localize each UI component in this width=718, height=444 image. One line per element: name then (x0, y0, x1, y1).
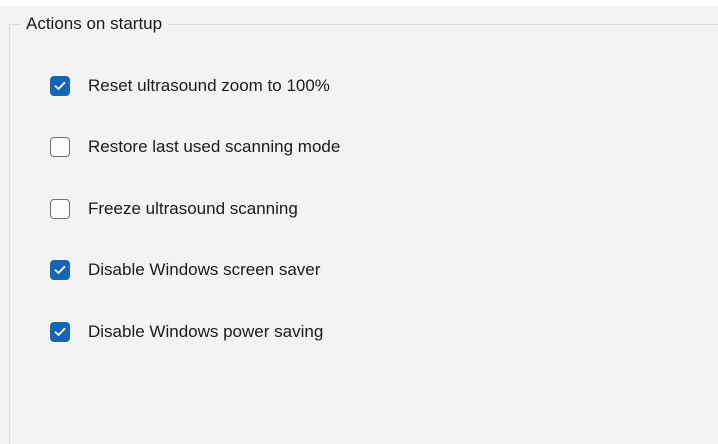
option-label: Restore last used scanning mode (88, 137, 341, 156)
option-disable-power-saving[interactable]: Disable Windows power saving (50, 321, 323, 343)
option-label: Disable Windows screen saver (88, 260, 321, 279)
checkbox-reset-zoom[interactable] (50, 76, 70, 96)
checkmark-icon (54, 327, 66, 336)
option-label: Freeze ultrasound scanning (88, 199, 298, 218)
checkbox-disable-power-saving[interactable] (50, 322, 70, 342)
option-reset-zoom[interactable]: Reset ultrasound zoom to 100% (50, 75, 330, 97)
option-label: Disable Windows power saving (88, 322, 324, 341)
option-label: Reset ultrasound zoom to 100% (88, 76, 330, 95)
option-freeze-scanning[interactable]: Freeze ultrasound scanning (50, 198, 298, 220)
checkmark-icon (54, 81, 66, 90)
group-title: Actions on startup (20, 13, 169, 35)
checkbox-disable-screen-saver[interactable] (50, 260, 70, 280)
checkbox-restore-mode[interactable] (50, 137, 70, 157)
option-restore-mode[interactable]: Restore last used scanning mode (50, 136, 340, 158)
checkmark-icon (54, 265, 66, 274)
option-disable-screen-saver[interactable]: Disable Windows screen saver (50, 259, 320, 281)
checkbox-freeze-scanning[interactable] (50, 199, 70, 219)
top-strip (0, 0, 718, 6)
